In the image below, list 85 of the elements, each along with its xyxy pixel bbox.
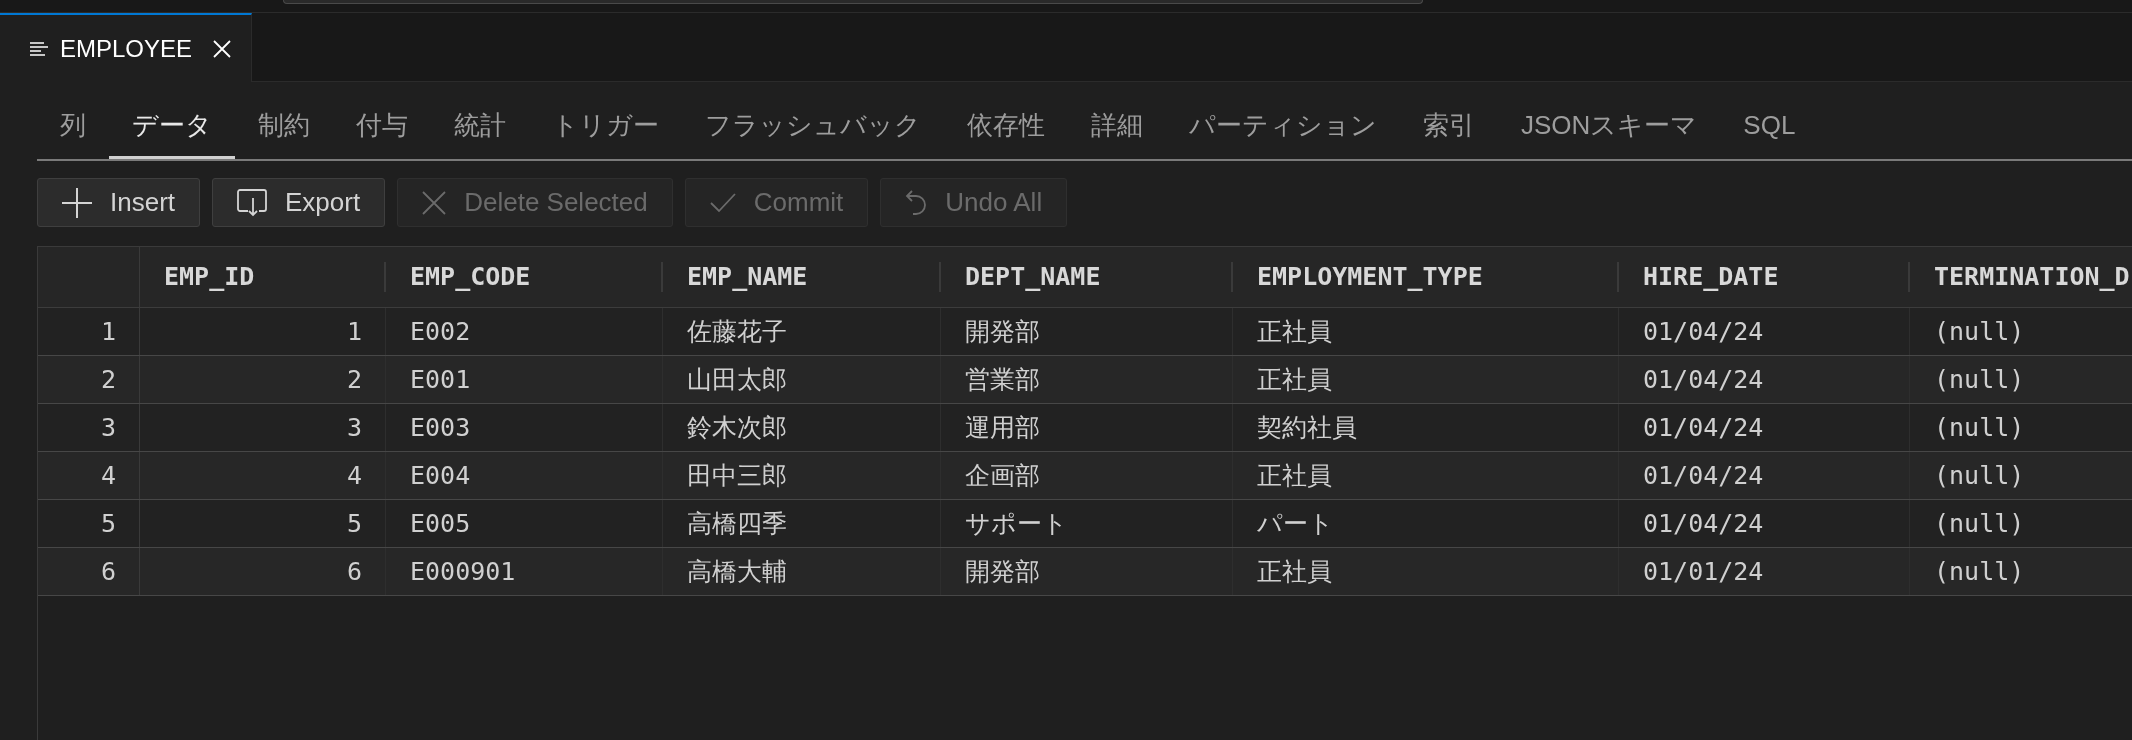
column-header: EMP_NAME <box>686 262 809 292</box>
view-tab[interactable]: 索引 <box>1400 82 1498 159</box>
table-cell: E002 <box>386 308 663 355</box>
table-cell: 鈴木次郎 <box>663 404 941 451</box>
table-cell: 田中三郎 <box>663 452 941 499</box>
table-cell: 正社員 <box>1233 548 1619 595</box>
check-icon <box>709 192 736 213</box>
column-header: EMPLOYMENT_TYPE <box>1256 262 1484 292</box>
table-cell: 運用部 <box>941 404 1233 451</box>
table-cell: 01/04/24 <box>1619 500 1910 547</box>
table-cell-text: (null) <box>1933 507 2026 540</box>
table-cell: E003 <box>386 404 663 451</box>
table-cell: パート <box>1233 500 1619 547</box>
row-number: 6 <box>38 548 140 595</box>
table-cell: 1 <box>140 308 386 355</box>
table-cell: 正社員 <box>1233 452 1619 499</box>
export-button[interactable]: Export <box>212 178 386 227</box>
view-tab[interactable]: 統計 <box>431 82 529 159</box>
table-cell: E005 <box>386 500 663 547</box>
table-cell: 01/04/24 <box>1619 308 1910 355</box>
table-cell-text: (null) <box>1933 315 2026 348</box>
table-cell: 6 <box>140 548 386 595</box>
view-tab[interactable]: 詳細 <box>1068 82 1166 159</box>
table-cell: 佐藤花子 <box>663 308 941 355</box>
view-tab[interactable]: 列 <box>37 82 109 159</box>
table-cell: 正社員 <box>1233 356 1619 403</box>
table-cell: 高橋大輔 <box>663 548 941 595</box>
column-header: EMP_CODE <box>409 262 532 292</box>
table-row[interactable]: 5 5 E005 高橋四季 サポート パート 01/04/24 (null) <box>38 500 2132 548</box>
table-cell: 開発部 <box>941 548 1233 595</box>
plus-icon <box>62 187 92 218</box>
table-cell: E004 <box>386 452 663 499</box>
table-cell: 高橋四季 <box>663 500 941 547</box>
title-bar-search-field[interactable] <box>283 0 1423 4</box>
table-cell: 契約社員 <box>1233 404 1619 451</box>
table-cell-text: (null) <box>1933 555 2026 588</box>
table-cell: 01/04/24 <box>1619 404 1910 451</box>
column-header: HIRE_DATE <box>1642 262 1780 292</box>
table-cell: 01/04/24 <box>1619 356 1910 403</box>
row-number: 2 <box>38 356 140 403</box>
table-row[interactable]: 4 4 E004 田中三郎 企画部 正社員 01/04/24 (null) <box>38 452 2132 500</box>
table-cell: 5 <box>140 500 386 547</box>
table-cell: 正社員 <box>1233 308 1619 355</box>
column-header: EMP_ID <box>163 262 256 292</box>
table-cell: サポート <box>941 500 1233 547</box>
row-number: 4 <box>38 452 140 499</box>
table-cell: E000901 <box>386 548 663 595</box>
table-cell: 4 <box>140 452 386 499</box>
row-number: 3 <box>38 404 140 451</box>
table-cell: 営業部 <box>941 356 1233 403</box>
table-row[interactable]: 2 2 E001 山田太郎 営業部 正社員 01/04/24 (null) <box>38 356 2132 404</box>
table-cell-text: (null) <box>1933 411 2026 444</box>
column-header: DEPT_NAME <box>964 262 1102 292</box>
undo-icon <box>905 189 928 216</box>
table-cell: 01/01/24 <box>1619 548 1910 595</box>
table-cell: 開発部 <box>941 308 1233 355</box>
table-row[interactable]: 1 1 E002 佐藤花子 開発部 正社員 01/04/24 (null) <box>38 308 2132 356</box>
text-lines-icon <box>30 41 48 56</box>
editor-tab[interactable]: EMPLOYEE <box>0 13 253 82</box>
row-number: 5 <box>38 500 140 547</box>
table-row[interactable]: 3 3 E003 鈴木次郎 運用部 契約社員 01/04/24 (null) <box>38 404 2132 452</box>
close-icon[interactable] <box>213 39 232 58</box>
insert-button[interactable]: Insert <box>37 178 201 227</box>
view-tab[interactable]: 制約 <box>235 82 333 159</box>
view-tab[interactable]: フラッシュバック <box>682 82 944 159</box>
cross-icon <box>422 190 447 215</box>
view-tab[interactable]: 依存性 <box>944 82 1068 159</box>
table-row[interactable]: 6 6 E000901 高橋大輔 開発部 正社員 01/01/24 (null) <box>38 548 2132 596</box>
view-tab[interactable]: 付与 <box>333 82 431 159</box>
table-cell: 企画部 <box>941 452 1233 499</box>
view-tab[interactable]: トリガー <box>529 82 682 159</box>
view-tab[interactable]: JSONスキーマ <box>1498 82 1721 159</box>
table-cell-text: (null) <box>1933 363 2026 396</box>
row-number: 1 <box>38 308 140 355</box>
table-cell: 01/04/24 <box>1619 452 1910 499</box>
view-tab[interactable]: SQL <box>1720 82 1819 159</box>
view-tab[interactable]: パーティション <box>1166 82 1400 159</box>
table-cell-text: (null) <box>1933 459 2026 492</box>
view-tab[interactable]: データ <box>109 82 235 159</box>
table-cell: E001 <box>386 356 663 403</box>
monitor-arrow-icon <box>237 188 268 217</box>
table-cell: 2 <box>140 356 386 403</box>
table-cell: 3 <box>140 404 386 451</box>
table-cell: 山田太郎 <box>663 356 941 403</box>
column-header: TERMINATION_D <box>1933 262 2131 292</box>
